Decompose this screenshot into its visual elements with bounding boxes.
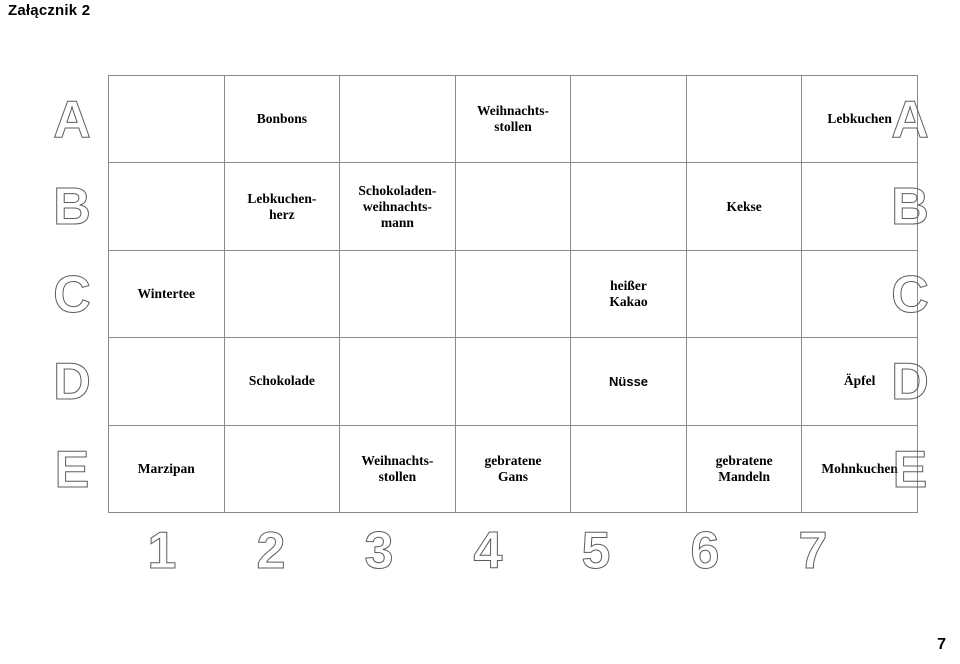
column-marker-2: 2 (256, 522, 286, 580)
cell-label: Lebkuchen-herz (247, 190, 317, 222)
cell-label: Wintertee (137, 286, 196, 302)
grid-cell-B6[interactable]: Kekse (685, 162, 803, 251)
column-marker-3: 3 (364, 522, 394, 580)
grid-cell-B5[interactable] (570, 162, 687, 251)
cell-label: Weihnachts-stollen (476, 103, 549, 135)
grid-cell-E6[interactable]: gebratene Mandeln (685, 424, 803, 513)
row-marker-right-c: C (891, 266, 930, 324)
row-marker-right-d: D (891, 353, 930, 411)
grid-cell-A3[interactable] (339, 74, 456, 164)
cell-label: gebratene Mandeln (715, 452, 773, 484)
grid-cell-E1[interactable]: Marzipan (108, 424, 225, 513)
grid-cell-B1[interactable] (108, 162, 225, 251)
grid-cell-B2[interactable]: Lebkuchen-herz (223, 162, 341, 251)
grid-cell-E2[interactable] (223, 424, 341, 513)
row-marker-left-b: B (53, 178, 92, 236)
grid-cell-C1[interactable]: Wintertee (108, 249, 225, 339)
grid-cell-D2[interactable]: Schokolade (223, 337, 341, 426)
column-marker-7: 7 (798, 522, 828, 580)
cell-label: Marzipan (137, 460, 195, 476)
grid-cell-E4[interactable]: gebratene Gans (454, 424, 572, 513)
grid-cell-A2[interactable]: Bonbons (223, 74, 341, 164)
grid-cell-D6[interactable] (685, 337, 803, 426)
vocabulary-grid-table: Bonbons Weihnachts-stollen Lebkuchen Leb… (108, 74, 918, 513)
table-row: Schokolade Nüsse Äpfel (108, 337, 918, 426)
row-marker-left-e: E (54, 441, 90, 499)
column-marker-6: 6 (690, 522, 720, 580)
page-number: 7 (937, 636, 946, 653)
worksheet-grid: Bonbons Weihnachts-stollen Lebkuchen Leb… (108, 74, 918, 513)
grid-cell-C4[interactable] (454, 249, 572, 339)
grid-cell-C5[interactable]: heißer Kakao (570, 249, 687, 339)
row-marker-left-c: C (53, 266, 92, 324)
column-marker-4: 4 (473, 522, 503, 580)
row-marker-right-a: A (891, 91, 930, 149)
grid-cell-A4[interactable]: Weihnachts-stollen (454, 74, 572, 164)
grid-cell-C6[interactable] (685, 249, 803, 339)
cell-label: heißer Kakao (609, 278, 648, 309)
table-row: Bonbons Weihnachts-stollen Lebkuchen (108, 74, 918, 164)
grid-cell-C3[interactable] (339, 249, 456, 339)
cell-label: gebratene Gans (484, 452, 542, 484)
table-row: Marzipan Weihnachts-stollen gebratene Gan… (108, 424, 918, 513)
grid-cell-B4[interactable] (454, 162, 572, 251)
table-row: Wintertee heißer Kakao (108, 249, 918, 339)
grid-body: Bonbons Weihnachts-stollen Lebkuchen Leb… (108, 74, 918, 513)
cell-label: Schokoladen-weihnachts-mann (358, 182, 437, 230)
grid-cell-A6[interactable] (685, 74, 803, 164)
column-marker-1: 1 (147, 522, 177, 580)
page-title: Załącznik 2 (8, 2, 91, 19)
grid-cell-A1[interactable] (108, 74, 225, 164)
table-row: Lebkuchen-herz Schokoladen-weihnachts-ma… (108, 162, 918, 251)
grid-cell-E5[interactable] (570, 424, 687, 513)
cell-label: Schokolade (248, 373, 315, 389)
cell-label: Weihnachts-stollen (361, 452, 434, 484)
cell-label: Bonbons (256, 111, 307, 127)
row-marker-left-d: D (53, 353, 92, 411)
row-marker-right-e: E (892, 441, 928, 499)
grid-cell-C2[interactable] (223, 249, 341, 339)
grid-cell-E3[interactable]: Weihnachts-stollen (339, 424, 456, 513)
grid-cell-D1[interactable] (108, 337, 225, 426)
column-marker-5: 5 (581, 522, 611, 580)
grid-cell-D5[interactable]: Nüsse (570, 337, 687, 426)
grid-cell-D3[interactable] (339, 337, 456, 426)
grid-cell-B3[interactable]: Schokoladen-weihnachts-mann (339, 162, 456, 251)
row-marker-left-a: A (53, 91, 92, 149)
cell-label: Nüsse (609, 373, 649, 389)
row-marker-right-b: B (891, 178, 930, 236)
cell-label: Kekse (726, 198, 762, 214)
grid-cell-D4[interactable] (454, 337, 572, 426)
grid-cell-A5[interactable] (570, 74, 687, 164)
